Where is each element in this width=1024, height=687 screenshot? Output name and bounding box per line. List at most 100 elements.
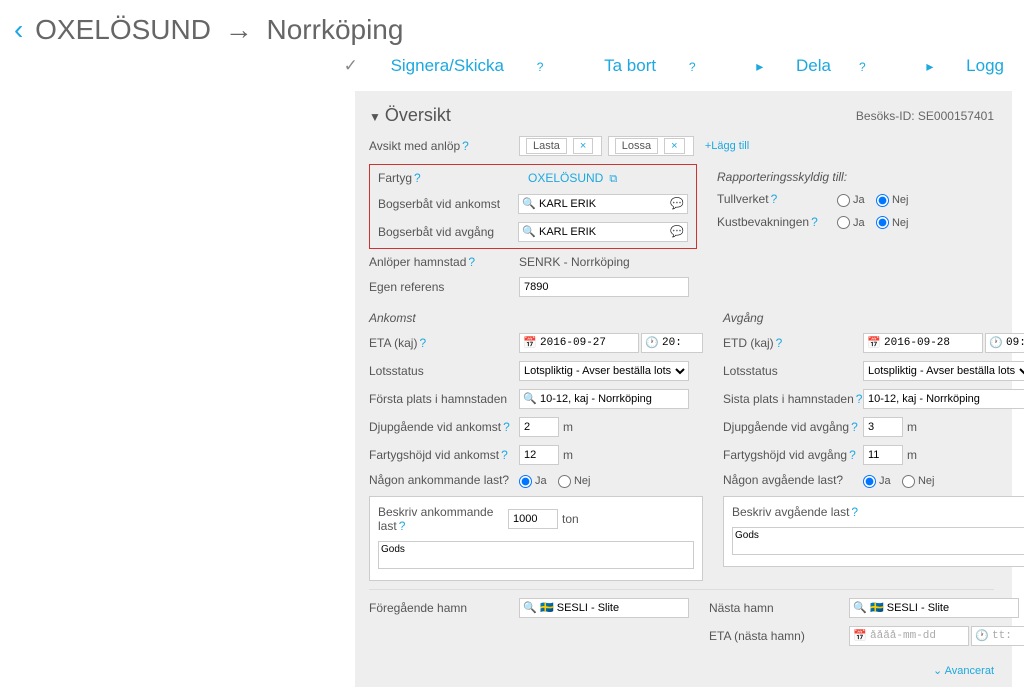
next-eta-label: ETA (nästa hamn) <box>709 629 849 643</box>
back-icon[interactable]: ‹ <box>14 14 23 45</box>
departure-cargo-q: Någon avgående last? <box>723 473 863 487</box>
purpose-label: Avsikt med anlöp? <box>369 139 519 153</box>
tag-lasta[interactable]: Lasta× <box>519 136 602 156</box>
panel-title[interactable]: ▼Översikt <box>369 105 451 126</box>
vessel-section: Fartyg? OXELÖSUND⧉ Bogserbåt vid ankomst… <box>369 164 697 249</box>
tag-lossa[interactable]: Lossa× <box>608 136 694 156</box>
header-from: OXELÖSUND <box>35 14 211 45</box>
prev-port-input[interactable]: 🔍 <box>519 598 689 618</box>
purpose-tags: Lasta× Lossa× +Lägg till <box>519 136 757 156</box>
tug-arrival-label: Bogserbåt vid ankomst <box>378 197 518 211</box>
sign-send-button[interactable]: ✓ Signera/Skicka ? <box>316 56 544 75</box>
departure-desc-text[interactable]: Gods <box>732 527 1024 555</box>
external-link-icon[interactable]: ⧉ <box>609 173 617 185</box>
eta-time-input[interactable]: 🕐 <box>641 333 703 353</box>
help-icon[interactable]: ? <box>851 505 858 519</box>
arrival-pilot-select[interactable]: Lotspliktig - Avser beställa lots <box>519 361 689 381</box>
help-icon[interactable]: ? <box>419 336 426 350</box>
help-icon[interactable]: ? <box>501 448 508 462</box>
advanced-toggle[interactable]: ⌄ Avancerat <box>369 664 994 677</box>
departure-section: Avgång ETD (kaj)? 📅 🕐 Lotsstatus Lotspli… <box>723 305 1024 581</box>
departure-cargo-radio: Ja Nej <box>863 473 942 488</box>
search-icon: 🔍 <box>523 392 537 405</box>
page-header: ‹ OXELÖSUND → Norrköping <box>0 0 1024 56</box>
unit-ton: ton <box>562 512 579 526</box>
header-to: Norrköping <box>267 14 404 45</box>
unit-m: m <box>563 448 573 462</box>
vessel-label: Fartyg? <box>378 171 528 186</box>
customs-label: Tullverket? <box>717 192 837 206</box>
arrival-desc-text[interactable]: Gods <box>378 541 694 569</box>
share-button[interactable]: ▸ Dela? <box>728 56 865 75</box>
tug-departure-input[interactable]: 🔍 💬 <box>518 222 688 242</box>
search-icon: 🔍 <box>522 225 536 238</box>
help-icon[interactable]: ? <box>503 420 510 434</box>
help-icon[interactable]: ? <box>811 215 818 229</box>
arrival-cargo-radio: Ja Nej <box>519 473 598 488</box>
help-icon[interactable]: ? <box>399 519 406 533</box>
next-port-label: Nästa hamn <box>709 601 849 615</box>
eta-date-input[interactable]: 📅 <box>519 333 639 353</box>
caret-right-icon: ▸ <box>756 58 763 74</box>
action-bar: ✓ Signera/Skicka ? Ta bort ? ▸ Dela? ▸ L… <box>0 56 1024 91</box>
help-icon[interactable]: ? <box>851 420 858 434</box>
chat-icon[interactable]: 💬 <box>670 225 684 238</box>
help-icon[interactable]: ? <box>771 192 778 206</box>
reporting-title: Rapporteringsskyldig till: <box>717 170 994 184</box>
ref-input[interactable] <box>519 277 689 297</box>
arrival-draught-input[interactable] <box>519 417 559 437</box>
port-value: SENRK - Norrköping <box>519 255 630 269</box>
prev-port-label: Föregående hamn <box>369 601 519 615</box>
departure-height-input[interactable] <box>863 445 903 465</box>
arrival-cargo-box: Beskriv ankommande last? ton Gods <box>369 496 703 581</box>
search-icon: 🔍 <box>853 601 867 614</box>
departure-height-label: Fartygshöjd vid avgång? <box>723 448 863 462</box>
departure-draught-input[interactable] <box>863 417 903 437</box>
help-icon[interactable]: ? <box>856 392 863 406</box>
departure-cargo-box: Beskriv avgående last? Gods <box>723 496 1024 567</box>
last-place-label: Sista plats i hamnstaden? <box>723 392 863 406</box>
departure-pilot-select[interactable]: Lotspliktig - Avser beställa lots <box>863 361 1024 381</box>
next-eta-date[interactable]: 📅 <box>849 626 969 646</box>
help-icon[interactable]: ? <box>859 60 866 74</box>
clock-icon: 🕐 <box>989 336 1003 349</box>
add-tag-button[interactable]: +Lägg till <box>699 139 755 153</box>
help-icon[interactable]: ? <box>849 448 856 462</box>
coastguard-radio: Ja Nej <box>837 215 916 230</box>
etd-time-input[interactable]: 🕐 <box>985 333 1024 353</box>
unit-m: m <box>907 448 917 462</box>
help-icon[interactable]: ? <box>414 171 421 185</box>
vessel-name[interactable]: OXELÖSUND⧉ <box>528 171 617 186</box>
arrival-height-input[interactable] <box>519 445 559 465</box>
remove-button[interactable]: Ta bort ? <box>576 56 695 75</box>
next-port-input[interactable]: 🔍 <box>849 598 1019 618</box>
last-place-value[interactable] <box>863 389 1024 409</box>
arrow-icon: → <box>225 14 253 45</box>
remove-tag-icon[interactable]: × <box>573 138 593 154</box>
coastguard-label: Kustbevakningen? <box>717 215 837 229</box>
port-label: Anlöper hamnstad? <box>369 255 519 269</box>
help-icon[interactable]: ? <box>776 336 783 350</box>
chat-icon[interactable]: 💬 <box>670 197 684 210</box>
arrival-desc-qty[interactable] <box>508 509 558 529</box>
eta-label: ETA (kaj)? <box>369 336 519 350</box>
first-place-input[interactable]: 🔍 <box>519 389 689 409</box>
help-icon[interactable]: ? <box>462 139 469 153</box>
help-icon[interactable]: ? <box>468 255 475 269</box>
arrival-section: Ankomst ETA (kaj)? 📅 🕐 Lotsstatus Lotspl… <box>369 305 703 581</box>
departure-pilot-label: Lotsstatus <box>723 364 863 378</box>
help-icon[interactable]: ? <box>689 60 696 74</box>
divider <box>369 589 994 590</box>
first-place-label: Första plats i hamnstaden <box>369 392 519 406</box>
remove-tag-icon[interactable]: × <box>664 138 684 154</box>
tug-arrival-input[interactable]: 🔍 💬 <box>518 194 688 214</box>
next-eta-time[interactable]: 🕐 <box>971 626 1024 646</box>
log-button[interactable]: ▸ Logg <box>898 56 1004 75</box>
check-icon: ✓ <box>344 56 358 75</box>
etd-date-input[interactable]: 📅 <box>863 333 983 353</box>
arrival-title: Ankomst <box>369 311 703 325</box>
chevron-down-icon: ⌄ <box>933 665 942 677</box>
caret-right-icon: ▸ <box>926 58 933 74</box>
clock-icon: 🕐 <box>645 336 659 349</box>
help-icon[interactable]: ? <box>537 60 544 74</box>
